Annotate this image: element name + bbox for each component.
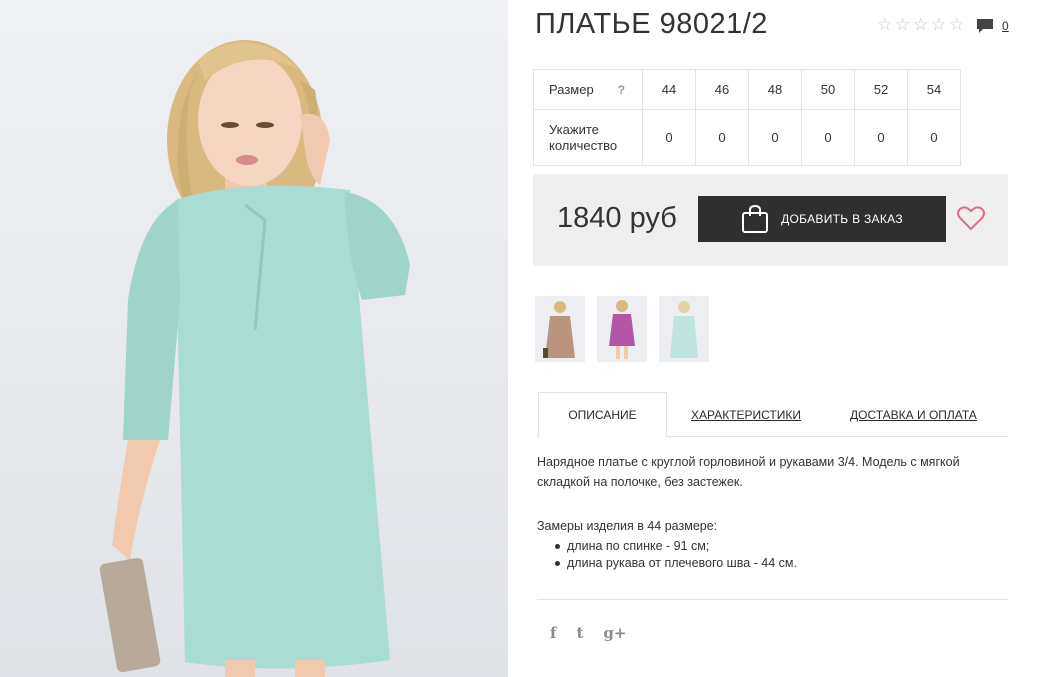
star-icon[interactable]: ☆ xyxy=(931,16,948,33)
social-share: f t g+ xyxy=(550,624,626,642)
product-title: ПЛАТЬЕ 98021/2 xyxy=(535,8,768,40)
quantity-label-cell: Укажите количество xyxy=(533,109,643,166)
product-main-photo[interactable] xyxy=(0,0,508,677)
shopping-bag-icon xyxy=(742,204,769,233)
quantity-input[interactable]: 0 xyxy=(854,109,908,166)
thumbnail-pink-image xyxy=(609,300,635,359)
google-plus-icon[interactable]: g+ xyxy=(603,624,626,642)
measure-item: длина по спинке - 91 см; xyxy=(537,538,797,555)
size-value: 48 xyxy=(748,69,802,110)
product-tabs: ОПИСАНИЕ ХАРАКТЕРИСТИКИ ДОСТАВКА И ОПЛАТ… xyxy=(537,392,1008,438)
size-value: 44 xyxy=(642,69,696,110)
facebook-icon[interactable]: f xyxy=(550,624,556,642)
size-value: 50 xyxy=(801,69,855,110)
thumbnail-beige-image xyxy=(543,301,575,358)
quantity-input[interactable]: 0 xyxy=(907,109,961,166)
size-label: Размер xyxy=(549,81,594,97)
thumbnail-beige[interactable] xyxy=(535,296,585,362)
size-help-icon[interactable]: ? xyxy=(618,83,625,97)
size-label-cell: Размер? xyxy=(533,69,643,110)
quantity-input[interactable]: 0 xyxy=(801,109,855,166)
quantity-input[interactable]: 0 xyxy=(695,109,749,166)
measures-title: Замеры изделия в 44 размере: xyxy=(537,519,718,533)
add-to-order-label: ДОБАВИТЬ В ЗАКАЗ xyxy=(781,212,903,226)
star-icon[interactable]: ☆ xyxy=(895,16,912,33)
tab-delivery-payment[interactable]: ДОСТАВКА И ОПЛАТА xyxy=(850,392,977,437)
size-value: 54 xyxy=(907,69,961,110)
favorite-heart-icon[interactable] xyxy=(957,205,985,231)
thumbnail-pink[interactable] xyxy=(597,296,647,362)
thumbnail-mint[interactable] xyxy=(659,296,709,362)
size-value: 46 xyxy=(695,69,749,110)
quantity-label-line2: количество xyxy=(549,137,618,153)
measures-block: Замеры изделия в 44 размере: длина по сп… xyxy=(537,516,797,572)
divider xyxy=(537,599,1008,600)
size-value: 52 xyxy=(854,69,908,110)
comment-icon xyxy=(977,19,993,33)
measures-list: длина по спинке - 91 см; длина рукава от… xyxy=(537,538,797,572)
product-description: Нарядное платье с круглой горловиной и р… xyxy=(537,455,960,489)
thumbnail-gallery xyxy=(535,296,709,362)
comments-link[interactable]: 0 xyxy=(976,18,1009,34)
measure-item: длина рукава от плечевого шва - 44 см. xyxy=(537,555,797,572)
quantity-label-line1: Укажите xyxy=(549,121,599,137)
quantity-input[interactable]: 0 xyxy=(748,109,802,166)
star-icon[interactable]: ☆ xyxy=(949,16,966,33)
rating-stars[interactable]: ☆ ☆ ☆ ☆ ☆ xyxy=(877,16,966,33)
model-illustration xyxy=(99,40,410,677)
buy-box: 1840 руб ДОБАВИТЬ В ЗАКАЗ xyxy=(533,174,1008,266)
tab-characteristics[interactable]: ХАРАКТЕРИСТИКИ xyxy=(691,392,801,437)
size-quantity-table: Размер? 44 46 48 50 52 54 Укажите количе… xyxy=(533,69,961,166)
star-icon[interactable]: ☆ xyxy=(913,16,930,33)
star-icon[interactable]: ☆ xyxy=(877,16,894,33)
twitter-icon[interactable]: t xyxy=(576,624,583,642)
quantity-input[interactable]: 0 xyxy=(642,109,696,166)
price: 1840 руб xyxy=(557,202,677,234)
tab-description[interactable]: ОПИСАНИЕ xyxy=(538,392,667,438)
thumbnail-mint-image xyxy=(670,301,698,358)
add-to-order-button[interactable]: ДОБАВИТЬ В ЗАКАЗ xyxy=(698,196,946,242)
comments-count[interactable]: 0 xyxy=(1002,19,1009,33)
